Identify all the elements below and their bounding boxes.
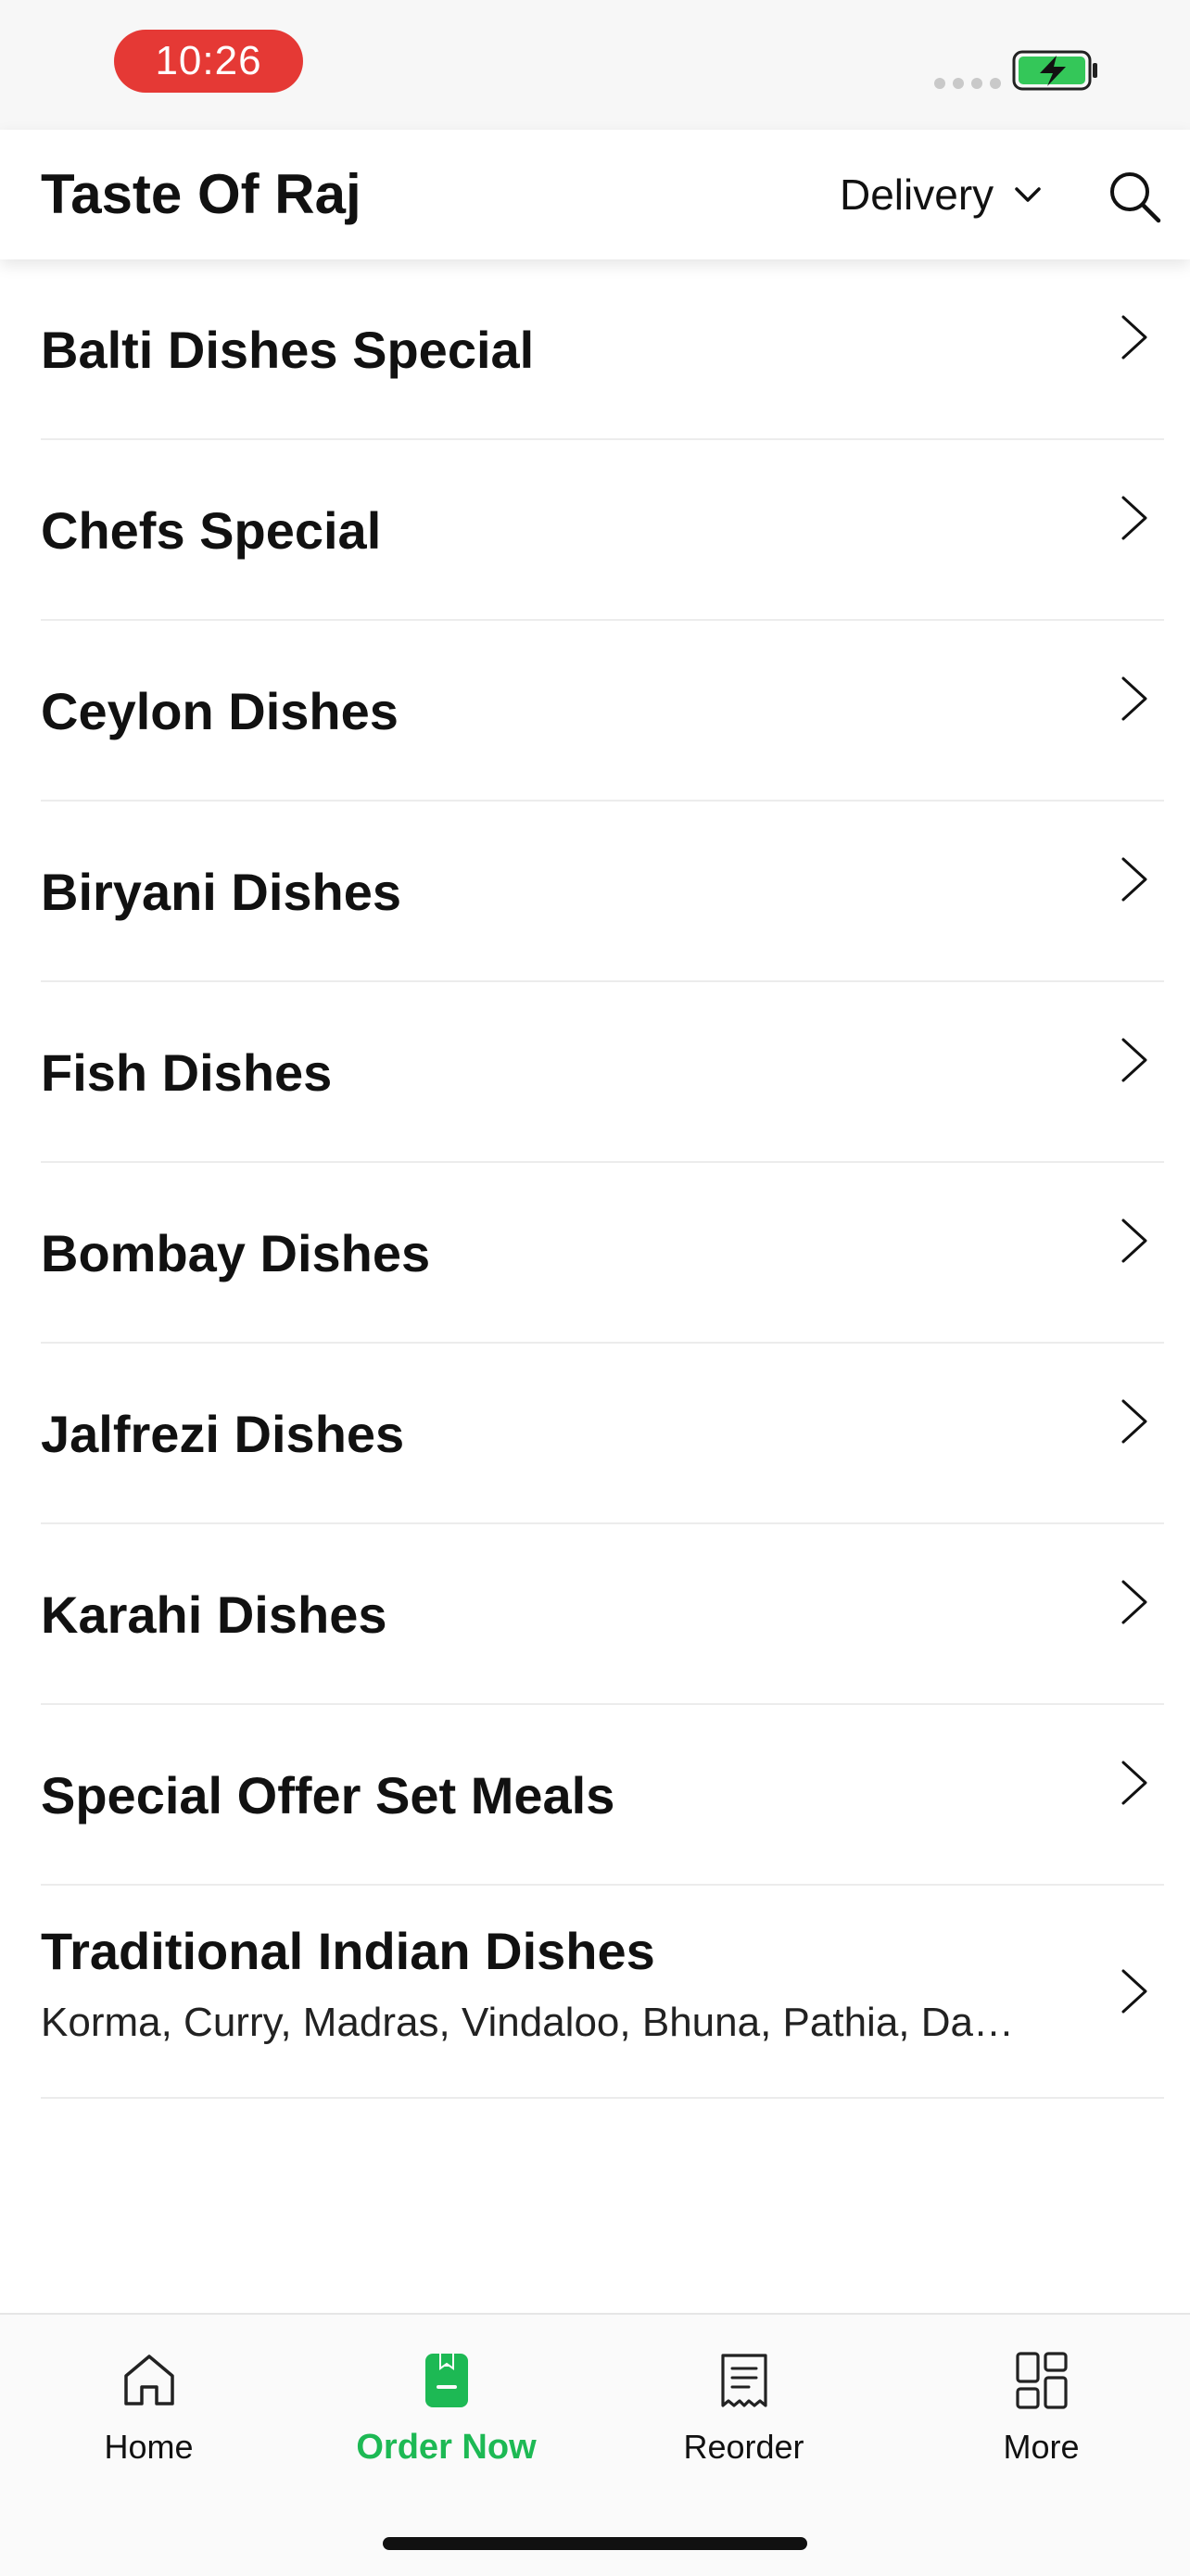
menu-category-title: Ceylon Dishes (41, 682, 399, 740)
chevron-right-icon (1121, 1399, 1147, 1444)
status-bar: 10:26 (0, 0, 1190, 130)
chevron-right-icon (1121, 496, 1147, 540)
menu-category-row[interactable]: Jalfrezi Dishes (0, 1344, 1190, 1524)
tab-order-now[interactable]: Order Now (298, 2348, 595, 2487)
chevron-right-icon (1121, 1761, 1147, 1805)
menu-category-title: Fish Dishes (41, 1043, 333, 1102)
tab-home-label: Home (104, 2428, 194, 2466)
menu-category-title: Special Offer Set Meals (41, 1766, 615, 1825)
chevron-down-icon (1015, 187, 1041, 202)
menu-category-row[interactable]: Karahi Dishes (0, 1524, 1190, 1705)
row-divider (41, 2097, 1164, 2099)
tab-more-label: More (1003, 2428, 1080, 2466)
chevron-right-icon (1121, 1219, 1147, 1263)
menu-category-title: Bombay Dishes (41, 1224, 431, 1282)
app-header: Taste Of Raj Delivery (0, 130, 1190, 259)
tab-reorder[interactable]: Reorder (595, 2348, 892, 2487)
menu-category-row[interactable]: Special Offer Set Meals (0, 1705, 1190, 1886)
menu-category-row[interactable]: Chefs Special (0, 440, 1190, 621)
status-time: 10:26 (114, 30, 303, 93)
chevron-right-icon (1121, 1969, 1147, 2014)
grid-icon (1015, 2352, 1068, 2409)
home-indicator (383, 2537, 807, 2550)
menu-category-row[interactable]: Biryani Dishes (0, 802, 1190, 982)
signal-dots-icon (934, 78, 1001, 89)
menu-category-row[interactable]: Fish Dishes (0, 982, 1190, 1163)
menu-category-title: Karahi Dishes (41, 1585, 387, 1644)
menu-category-row[interactable]: Ceylon Dishes (0, 621, 1190, 802)
tab-home[interactable]: Home (0, 2348, 298, 2487)
chevron-right-icon (1121, 315, 1147, 360)
menu-category-list: Balti Dishes Special Chefs Special Ceylo… (0, 259, 1190, 2099)
menu-category-title: Traditional Indian Dishes (41, 1922, 655, 1980)
tab-more[interactable]: More (892, 2348, 1190, 2487)
tab-order-now-label: Order Now (356, 2428, 537, 2467)
delivery-mode-dropdown[interactable]: Delivery (840, 167, 1042, 222)
tab-reorder-label: Reorder (683, 2428, 804, 2466)
menu-category-row[interactable]: Traditional Indian Dishes Korma, Curry, … (0, 1886, 1190, 2099)
receipt-icon (720, 2354, 767, 2407)
chevron-right-icon (1121, 676, 1147, 721)
menu-category-row[interactable]: Bombay Dishes (0, 1163, 1190, 1344)
menu-category-subtitle: Korma, Curry, Madras, Vindaloo, Bhuna, P… (41, 2000, 1032, 2045)
order-book-icon (424, 2354, 468, 2407)
restaurant-title: Taste Of Raj (41, 163, 361, 225)
menu-category-title: Balti Dishes Special (41, 321, 535, 379)
battery-charging-icon (1012, 50, 1097, 91)
chevron-right-icon (1121, 1038, 1147, 1082)
chevron-right-icon (1121, 857, 1147, 902)
menu-category-title: Jalfrezi Dishes (41, 1405, 405, 1463)
menu-category-row[interactable]: Balti Dishes Special (0, 259, 1190, 440)
delivery-mode-label: Delivery (840, 170, 994, 219)
menu-category-title: Biryani Dishes (41, 863, 402, 921)
menu-category-title: Chefs Special (41, 501, 382, 560)
chevron-right-icon (1121, 1580, 1147, 1624)
home-icon (123, 2355, 174, 2406)
search-icon[interactable] (1105, 167, 1164, 226)
